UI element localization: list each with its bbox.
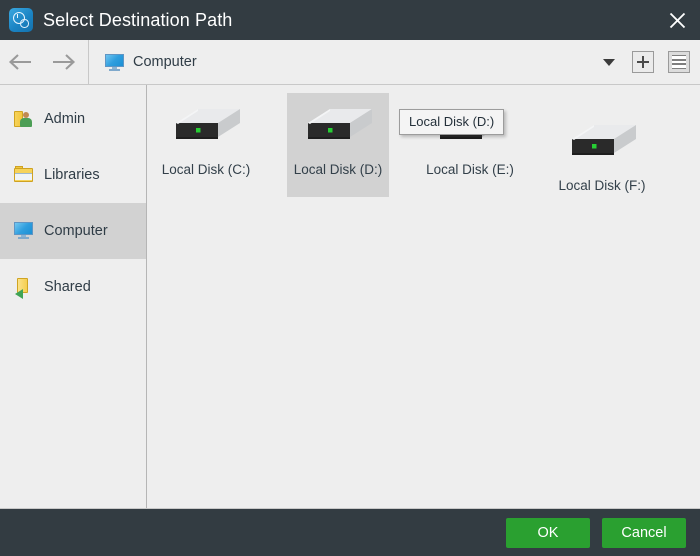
- sidebar: Admin Libraries Computer Shared: [0, 85, 147, 508]
- back-button[interactable]: [0, 40, 42, 84]
- drive-item-d[interactable]: Local Disk (D:): [287, 93, 389, 197]
- forward-button[interactable]: [42, 40, 84, 84]
- ok-button[interactable]: OK: [506, 517, 590, 548]
- computer-monitor-icon: [105, 53, 124, 71]
- sidebar-item-admin[interactable]: Admin: [0, 91, 146, 147]
- dialog-footer: OK Cancel: [0, 509, 700, 556]
- toolbar-actions: [592, 40, 700, 84]
- app-clock-icon: [9, 8, 33, 32]
- drive-item-c[interactable]: Local Disk (C:): [155, 93, 257, 197]
- close-icon: [669, 12, 685, 28]
- toolbar-divider: [88, 40, 89, 84]
- window-title: Select Destination Path: [43, 9, 233, 30]
- close-button[interactable]: [654, 0, 700, 40]
- drive-label: Local Disk (D:): [293, 162, 383, 177]
- sidebar-item-label: Shared: [44, 279, 91, 295]
- arrow-left-icon: [8, 54, 31, 70]
- hard-drive-icon: [168, 101, 244, 151]
- sidebar-item-libraries[interactable]: Libraries: [0, 147, 146, 203]
- dialog-body: Admin Libraries Computer Shared Local Di…: [0, 85, 700, 509]
- breadcrumb-label: Computer: [133, 54, 197, 70]
- drive-label: Local Disk (C:): [161, 162, 251, 177]
- sidebar-item-label: Computer: [44, 223, 108, 239]
- sidebar-item-computer[interactable]: Computer: [0, 203, 146, 259]
- hard-drive-icon: [300, 101, 376, 151]
- user-folder-icon: [14, 109, 34, 129]
- view-mode-button[interactable]: [668, 51, 690, 73]
- computer-monitor-icon: [14, 221, 34, 241]
- sidebar-item-shared[interactable]: Shared: [0, 259, 146, 315]
- libraries-folder-icon: [14, 165, 34, 185]
- drive-tooltip: Local Disk (D:): [399, 109, 505, 135]
- drive-item-f[interactable]: Local Disk (F:): [551, 109, 653, 213]
- path-dropdown-button[interactable]: [592, 40, 626, 84]
- chevron-down-icon: [603, 58, 615, 66]
- breadcrumb[interactable]: Computer: [91, 40, 592, 84]
- title-bar: Select Destination Path: [0, 0, 700, 40]
- navigation-toolbar: Computer: [0, 40, 700, 85]
- plus-icon: [637, 56, 649, 68]
- arrow-right-icon: [53, 54, 76, 70]
- cancel-button[interactable]: Cancel: [602, 517, 686, 548]
- sidebar-item-label: Libraries: [44, 167, 100, 183]
- shared-folder-icon: [14, 277, 34, 299]
- drive-label: Local Disk (F:): [558, 178, 646, 193]
- drive-label: Local Disk (E:): [426, 162, 514, 177]
- new-folder-button[interactable]: [632, 51, 654, 73]
- sidebar-item-label: Admin: [44, 111, 86, 127]
- file-list-area: Local Disk (C:) Local Disk (D:) Local Di…: [147, 85, 700, 508]
- hard-drive-icon: [564, 117, 640, 167]
- select-destination-path-dialog: Select Destination Path Computer Admin L…: [0, 0, 700, 556]
